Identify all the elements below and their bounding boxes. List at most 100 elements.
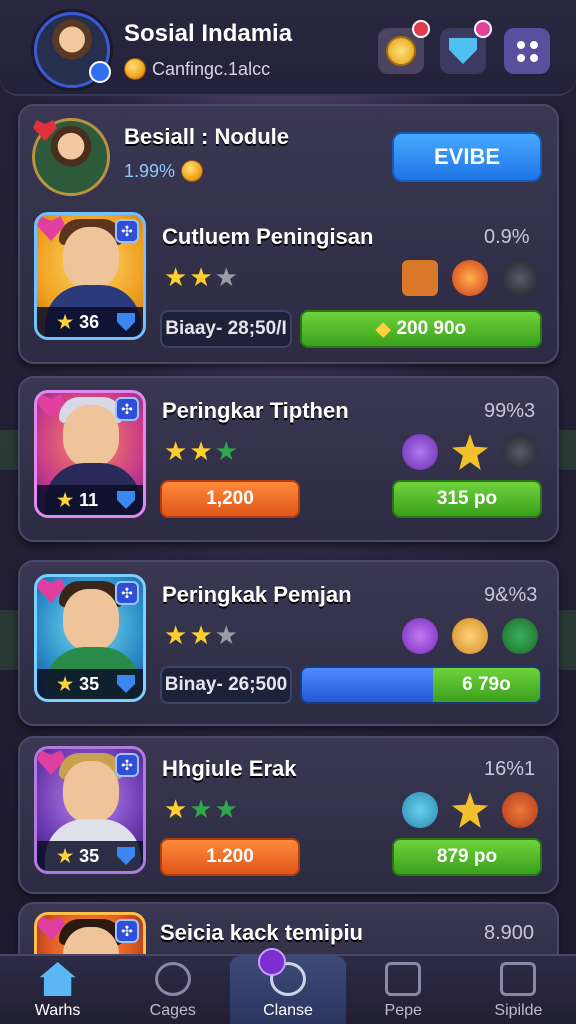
helmet-icon bbox=[502, 618, 538, 654]
class-badge-icon: ✣ bbox=[115, 219, 139, 243]
star-icon: ★ bbox=[214, 436, 238, 466]
shield-icon bbox=[117, 491, 135, 509]
level-value: 35 bbox=[79, 673, 100, 694]
class-badge-icon: ✣ bbox=[115, 919, 139, 943]
level-value: 35 bbox=[79, 845, 100, 866]
verified-icon bbox=[89, 61, 111, 83]
progress-fill bbox=[302, 668, 433, 702]
card-percent: 16%1 bbox=[484, 758, 536, 780]
mask-icon bbox=[502, 792, 538, 828]
star-icon: ★ bbox=[57, 845, 74, 866]
leaderboard-card-3[interactable]: ✣ ★ 35 Peringkak Pemjan 9&%3 ★ ★ ★ Binay- … bbox=[18, 560, 559, 726]
rewards-button[interactable] bbox=[378, 20, 430, 74]
nav-item-cages[interactable]: Cages bbox=[115, 956, 230, 1024]
star-icon: ★ bbox=[214, 794, 238, 824]
portrait-face bbox=[63, 405, 119, 467]
portrait-face bbox=[63, 227, 119, 289]
notification-dot bbox=[474, 20, 492, 38]
cage-icon bbox=[154, 962, 191, 996]
shield-icon bbox=[449, 38, 477, 64]
helmet-icon bbox=[502, 434, 538, 470]
nav-item-sipilde[interactable]: Sipilde bbox=[461, 956, 576, 1024]
card-percent: 0.9% bbox=[484, 226, 530, 248]
monster-icon bbox=[402, 618, 438, 654]
nav-label: Pepe bbox=[384, 1002, 422, 1019]
rating-stars: ★ ★ ★ bbox=[164, 620, 238, 651]
score-pill: Biaay- 28;50/I bbox=[160, 310, 292, 348]
reward-button[interactable]: 315 po bbox=[392, 480, 542, 518]
star-icon: ★ bbox=[57, 311, 74, 332]
reward-icons bbox=[402, 792, 538, 828]
reward-button[interactable]: 879 po bbox=[392, 838, 542, 876]
subtitle-text: Canfingc.1alcc bbox=[152, 58, 271, 79]
nav-label: Clanse bbox=[263, 1002, 313, 1019]
leaderboard-card-1[interactable]: Besiall : Nodule 1.99% EVIBE ✣ ★ 36 Cutl… bbox=[18, 104, 559, 364]
class-badge-icon: ✣ bbox=[115, 753, 139, 777]
level-value: 11 bbox=[79, 489, 99, 510]
star-icon: ★ bbox=[189, 436, 213, 466]
player-portrait[interactable]: ✣ ★ 35 bbox=[34, 574, 146, 702]
star-icon: ★ bbox=[57, 489, 74, 510]
grid-icon bbox=[516, 40, 538, 62]
reward-button[interactable]: ◆ 200 90o bbox=[300, 310, 542, 348]
menu-button[interactable] bbox=[504, 28, 550, 74]
reward-icons bbox=[402, 618, 538, 654]
star-icon: ★ bbox=[57, 673, 74, 694]
level-bar: ★ 35 bbox=[37, 669, 143, 699]
app-title: Sosial Indamia bbox=[124, 20, 293, 47]
star-badge-icon bbox=[452, 434, 488, 470]
monster-icon bbox=[402, 792, 438, 828]
shield-icon bbox=[117, 313, 135, 331]
featured-avatar[interactable] bbox=[32, 118, 110, 196]
rating-stars: ★ ★ ★ bbox=[164, 262, 238, 293]
rating-stars: ★ ★ ★ bbox=[164, 794, 238, 825]
card-percent: 99%3 bbox=[484, 400, 536, 422]
star-icon: ★ bbox=[214, 262, 238, 292]
leaderboard-card-2[interactable]: ✣ ★ 11 Peringkar Tipthen 99%3 ★ ★ ★ 1,200 … bbox=[18, 376, 559, 542]
level-bar: ★ 35 bbox=[37, 841, 143, 871]
class-badge-icon: ✣ bbox=[115, 397, 139, 421]
cost-button[interactable]: 1.200 bbox=[160, 838, 300, 876]
monster-icon bbox=[402, 434, 438, 470]
reward-icons bbox=[402, 260, 538, 296]
medal-icon bbox=[386, 36, 416, 66]
shield-button[interactable] bbox=[440, 20, 492, 74]
featured-value-text: 1.99% bbox=[124, 160, 176, 181]
leaderboard-card-4[interactable]: ✣ ★ 35 Hhgiule Erak 16%1 ★ ★ ★ 1.200 879 p… bbox=[18, 736, 559, 894]
level-value: 36 bbox=[79, 311, 100, 332]
fox-icon bbox=[452, 618, 488, 654]
badge-icon bbox=[258, 948, 286, 976]
progress-value: 6 79o bbox=[432, 668, 540, 702]
nav-item-warhs[interactable]: Warhs bbox=[0, 956, 115, 1024]
player-portrait[interactable]: ✣ ★ 11 bbox=[34, 390, 146, 518]
card-title: Seicia kack temipiu bbox=[160, 920, 363, 945]
score-pill: Binay- 26;500 bbox=[160, 666, 292, 704]
card-percent: 8.900 bbox=[484, 922, 535, 944]
card-title: Peringkar Tipthen bbox=[162, 398, 349, 423]
card-title: Cutluem Peningisan bbox=[162, 224, 374, 249]
nav-item-pepe[interactable]: Pepe bbox=[346, 956, 461, 1024]
reward-icons bbox=[402, 434, 538, 470]
card-title: Hhgiule Erak bbox=[162, 756, 297, 781]
chest-icon bbox=[402, 260, 438, 296]
star-icon: ★ bbox=[189, 262, 213, 292]
nav-label: Warhs bbox=[34, 1002, 81, 1019]
bottom-nav: Warhs Cages Clanse Pepe Sipilde bbox=[0, 948, 576, 1024]
player-avatar[interactable] bbox=[34, 12, 111, 88]
portrait-face bbox=[63, 589, 119, 651]
nav-item-clanse[interactable]: Clanse bbox=[230, 948, 346, 1024]
sun-icon bbox=[452, 260, 488, 296]
coin-icon bbox=[124, 58, 146, 80]
evibe-button[interactable]: EVIBE bbox=[392, 132, 542, 182]
level-bar: ★ 11 bbox=[37, 485, 143, 515]
cost-button[interactable]: 1,200 bbox=[160, 480, 300, 518]
featured-title: Besiall : Nodule bbox=[124, 124, 290, 149]
nav-label: Sipilde bbox=[494, 1002, 543, 1019]
heart-icon bbox=[33, 120, 57, 141]
progress-bar: 6 79o bbox=[300, 666, 542, 704]
player-portrait[interactable]: ✣ ★ 35 bbox=[34, 746, 146, 874]
star-icon: ★ bbox=[214, 620, 238, 650]
rating-stars: ★ ★ ★ bbox=[164, 436, 238, 467]
star-icon: ★ bbox=[189, 620, 213, 650]
player-portrait[interactable]: ✣ ★ 36 bbox=[34, 212, 146, 340]
